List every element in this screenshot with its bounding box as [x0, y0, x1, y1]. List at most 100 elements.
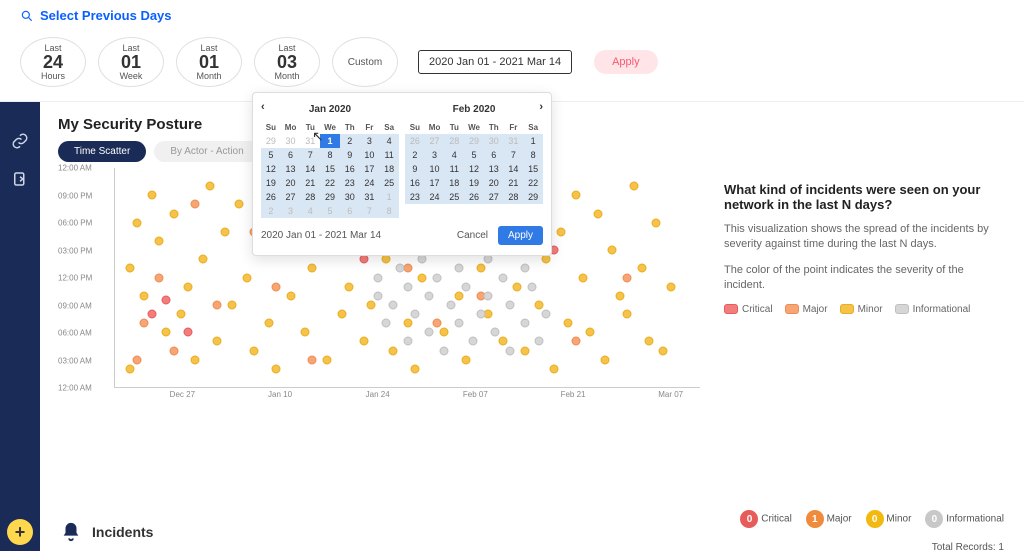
- calendar-day[interactable]: 31: [360, 190, 380, 204]
- calendar-day[interactable]: 1: [320, 134, 340, 148]
- calendar-day[interactable]: 21: [504, 176, 524, 190]
- scatter-point[interactable]: [147, 309, 156, 318]
- scatter-point[interactable]: [659, 346, 668, 355]
- calendar-day[interactable]: 18: [444, 176, 464, 190]
- calendar-day[interactable]: 28: [444, 134, 464, 148]
- calendar-day[interactable]: 15: [523, 162, 543, 176]
- scatter-point[interactable]: [520, 346, 529, 355]
- calendar-day[interactable]: 19: [464, 176, 484, 190]
- scatter-point[interactable]: [366, 300, 375, 309]
- scatter-point[interactable]: [374, 273, 383, 282]
- link-icon[interactable]: [11, 132, 29, 150]
- calendar-day[interactable]: 13: [281, 162, 301, 176]
- calendar-day[interactable]: 18: [379, 162, 399, 176]
- calendar-day[interactable]: 22: [523, 176, 543, 190]
- time-chip-0[interactable]: Last24Hours: [20, 37, 86, 87]
- calendar-day[interactable]: 27: [425, 134, 445, 148]
- calendar-apply-button[interactable]: Apply: [498, 226, 543, 245]
- scatter-point[interactable]: [425, 291, 434, 300]
- scatter-point[interactable]: [557, 227, 566, 236]
- scatter-point[interactable]: [542, 255, 551, 264]
- scatter-point[interactable]: [191, 200, 200, 209]
- scatter-point[interactable]: [425, 328, 434, 337]
- scatter-point[interactable]: [140, 291, 149, 300]
- scatter-point[interactable]: [432, 319, 441, 328]
- calendar-day[interactable]: 23: [405, 190, 425, 204]
- calendar-day[interactable]: 8: [320, 148, 340, 162]
- scatter-point[interactable]: [337, 309, 346, 318]
- calendar-day[interactable]: 30: [281, 134, 301, 148]
- scatter-point[interactable]: [271, 282, 280, 291]
- calendar-day[interactable]: 15: [320, 162, 340, 176]
- scatter-point[interactable]: [162, 296, 171, 305]
- scatter-point[interactable]: [381, 255, 390, 264]
- scatter-point[interactable]: [666, 282, 675, 291]
- scatter-point[interactable]: [571, 191, 580, 200]
- scatter-point[interactable]: [476, 309, 485, 318]
- scatter-point[interactable]: [542, 309, 551, 318]
- calendar-day[interactable]: 28: [300, 190, 320, 204]
- calendar-day[interactable]: 26: [405, 134, 425, 148]
- calendar-day[interactable]: 16: [405, 176, 425, 190]
- calendar-day[interactable]: 26: [261, 190, 281, 204]
- scatter-point[interactable]: [403, 337, 412, 346]
- scatter-point[interactable]: [176, 309, 185, 318]
- scatter-point[interactable]: [586, 328, 595, 337]
- scatter-point[interactable]: [162, 328, 171, 337]
- calendar-day[interactable]: 24: [425, 190, 445, 204]
- scatter-point[interactable]: [440, 328, 449, 337]
- scatter-point[interactable]: [454, 264, 463, 273]
- calendar-day[interactable]: 10: [425, 162, 445, 176]
- calendar-day[interactable]: 11: [379, 148, 399, 162]
- scatter-point[interactable]: [476, 264, 485, 273]
- scatter-point[interactable]: [549, 364, 558, 373]
- scatter-point[interactable]: [454, 291, 463, 300]
- scatter-point[interactable]: [462, 355, 471, 364]
- scatter-point[interactable]: [608, 246, 617, 255]
- calendar-day[interactable]: 23: [340, 176, 360, 190]
- calendar-day[interactable]: 27: [281, 190, 301, 204]
- scatter-point[interactable]: [513, 282, 522, 291]
- scatter-point[interactable]: [184, 328, 193, 337]
- scatter-point[interactable]: [147, 191, 156, 200]
- tab-time-scatter[interactable]: Time Scatter: [58, 141, 146, 162]
- calendar-day[interactable]: 9: [405, 162, 425, 176]
- calendar-day[interactable]: 3: [281, 204, 301, 218]
- scatter-point[interactable]: [520, 264, 529, 273]
- scatter-point[interactable]: [579, 273, 588, 282]
- scatter-point[interactable]: [308, 355, 317, 364]
- calendar-day[interactable]: 3: [360, 134, 380, 148]
- scatter-point[interactable]: [535, 300, 544, 309]
- scatter-point[interactable]: [418, 273, 427, 282]
- add-button[interactable]: +: [7, 519, 33, 545]
- calendar-day[interactable]: 14: [504, 162, 524, 176]
- scatter-point[interactable]: [388, 300, 397, 309]
- calendar-day[interactable]: 7: [360, 204, 380, 218]
- time-chip-custom[interactable]: Custom: [332, 37, 398, 87]
- scatter-point[interactable]: [191, 355, 200, 364]
- export-icon[interactable]: [11, 170, 29, 188]
- scatter-point[interactable]: [228, 300, 237, 309]
- calendar-day[interactable]: 11: [444, 162, 464, 176]
- calendar-day[interactable]: 5: [261, 148, 281, 162]
- scatter-point[interactable]: [323, 355, 332, 364]
- calendar-cancel-button[interactable]: Cancel: [457, 230, 488, 241]
- calendar-day[interactable]: 30: [340, 190, 360, 204]
- scatter-point[interactable]: [652, 218, 661, 227]
- scatter-point[interactable]: [242, 273, 251, 282]
- calendar-day[interactable]: 29: [523, 190, 543, 204]
- scatter-point[interactable]: [125, 364, 134, 373]
- scatter-point[interactable]: [286, 291, 295, 300]
- scatter-point[interactable]: [622, 309, 631, 318]
- scatter-point[interactable]: [637, 264, 646, 273]
- scatter-point[interactable]: [447, 300, 456, 309]
- scatter-point[interactable]: [483, 291, 492, 300]
- calendar-day[interactable]: 31: [504, 134, 524, 148]
- scatter-point[interactable]: [308, 264, 317, 273]
- scatter-point[interactable]: [432, 273, 441, 282]
- calendar-day[interactable]: 1: [523, 134, 543, 148]
- scatter-point[interactable]: [403, 282, 412, 291]
- calendar-day[interactable]: 2: [340, 134, 360, 148]
- calendar-day[interactable]: 4: [444, 148, 464, 162]
- time-chip-3[interactable]: Last03Month: [254, 37, 320, 87]
